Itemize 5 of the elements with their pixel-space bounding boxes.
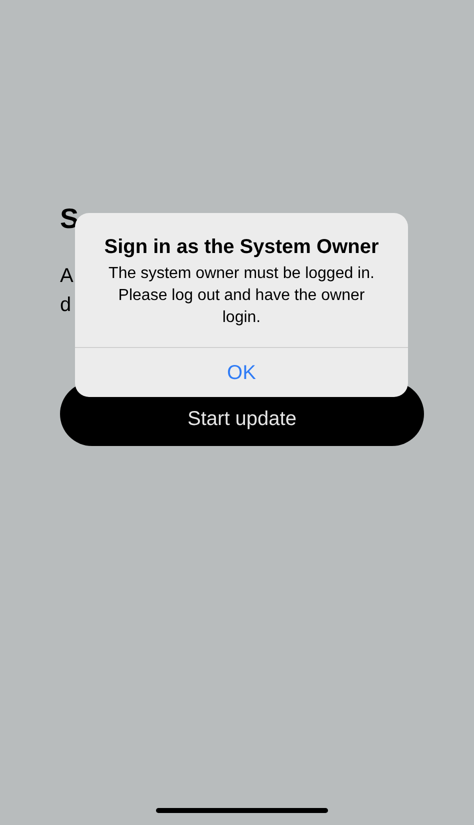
screen-heading: S	[60, 202, 80, 236]
body-text: d	[60, 293, 72, 318]
alert-title: Sign in as the System Owner	[103, 235, 380, 259]
body-text: A	[60, 264, 74, 289]
alert-message: The system owner must be logged in. Please log out and have the owner login.	[108, 264, 376, 328]
